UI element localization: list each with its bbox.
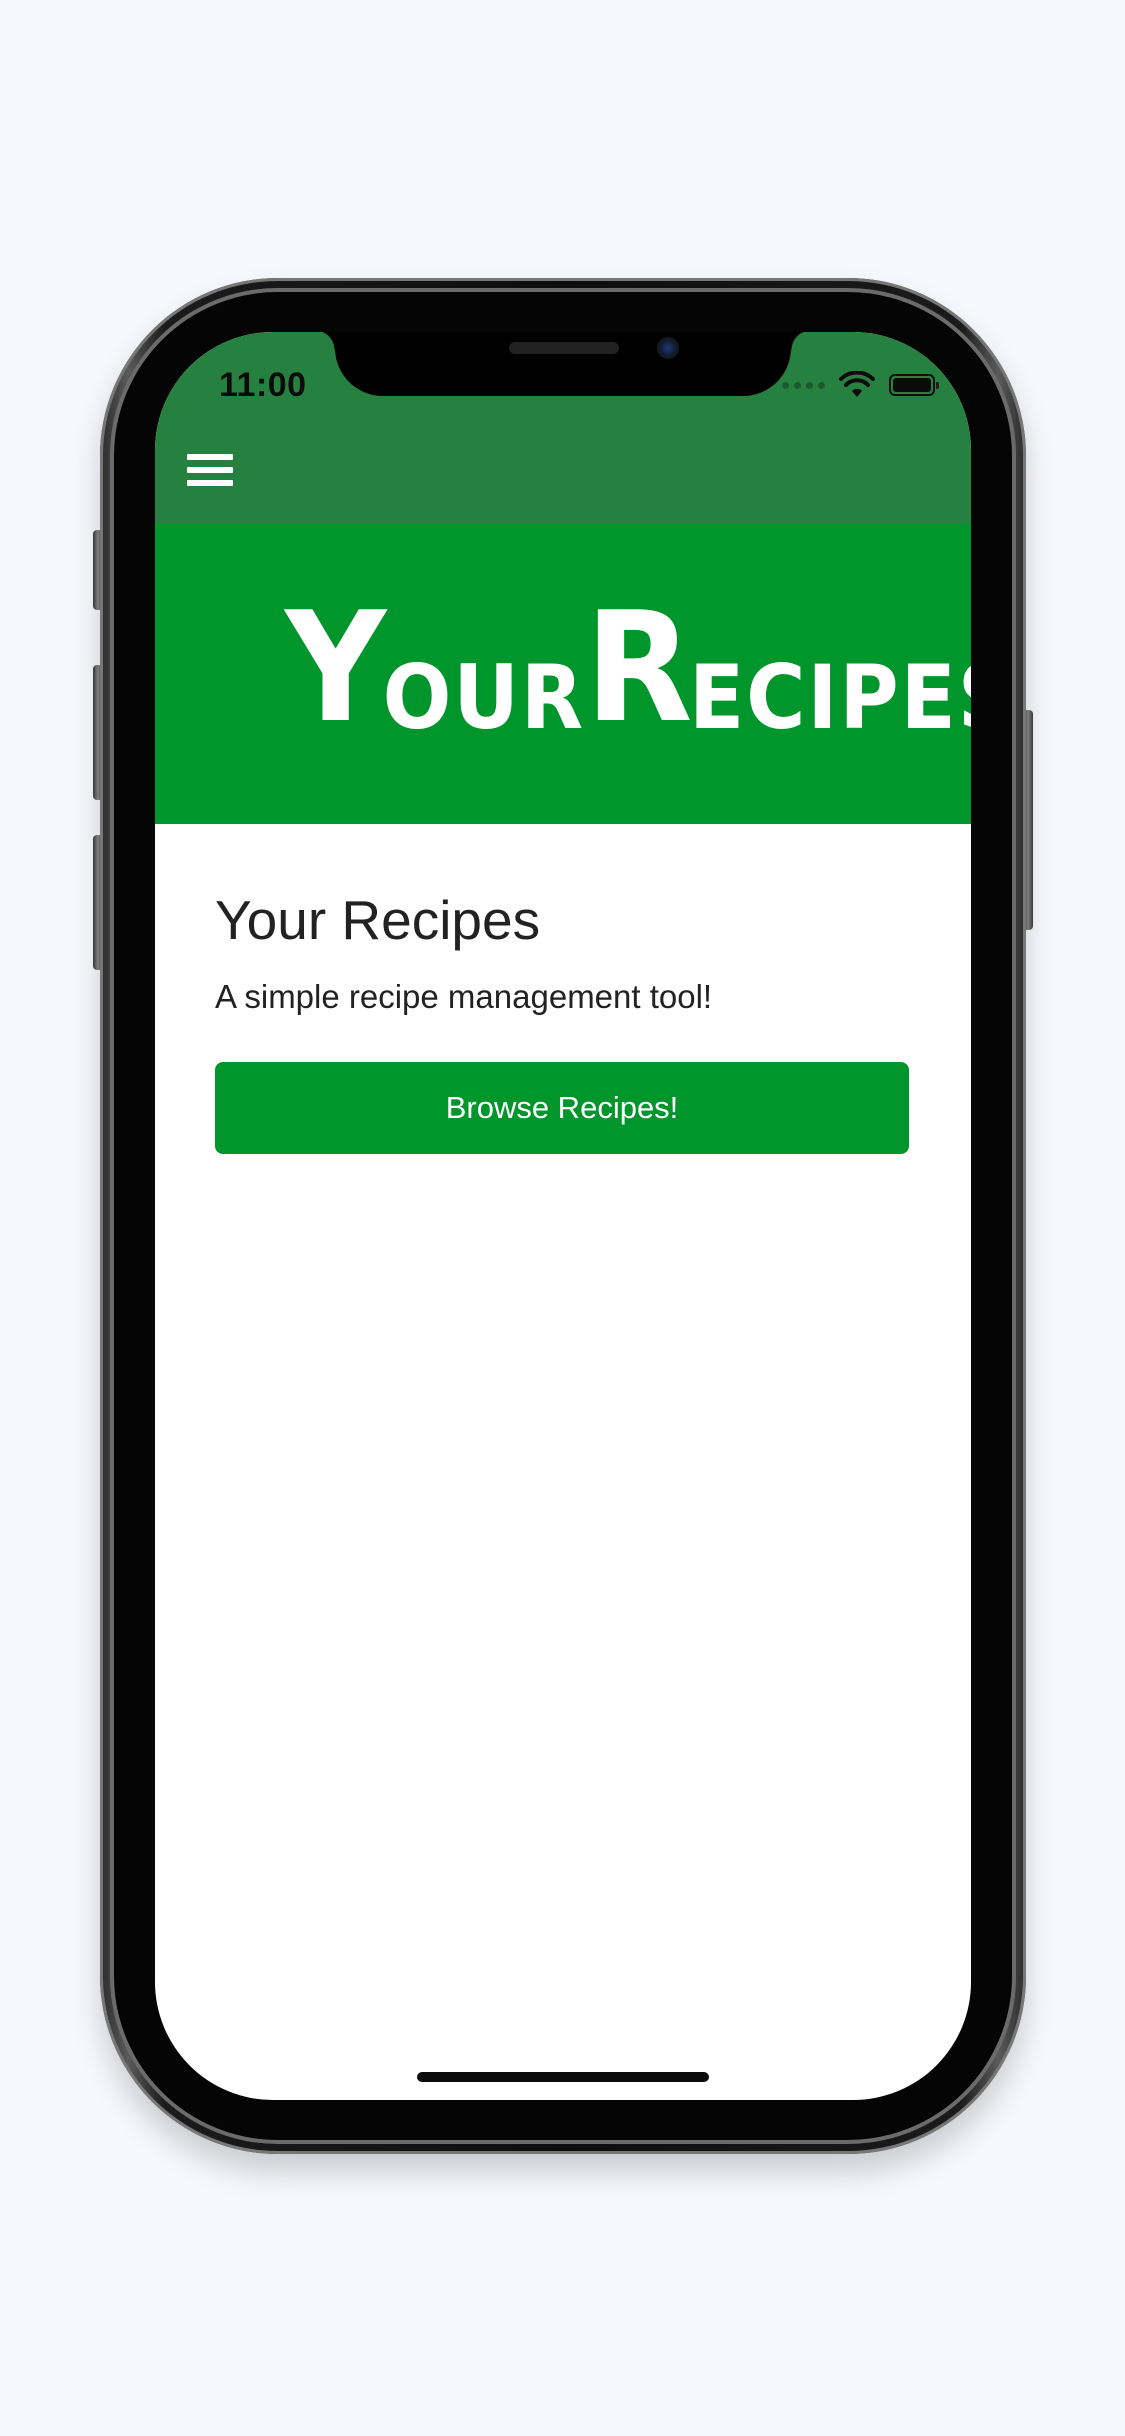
hamburger-menu-icon[interactable]: [187, 454, 233, 490]
page-subtitle: A simple recipe management tool!: [215, 978, 713, 1015]
signal-icon: [782, 381, 825, 389]
speaker-grille: [509, 342, 619, 354]
page-title: Your Recipes: [215, 889, 541, 951]
battery-icon: [889, 374, 939, 396]
logo-letter-y: Y: [285, 579, 386, 756]
logo-letter-r: R: [585, 579, 693, 756]
wifi-icon: [839, 371, 875, 397]
app-screen: 11:00 Y OUR R ECIPES Your Re: [155, 332, 971, 2100]
logo-part-our: OUR: [382, 646, 586, 749]
navbar: 11:00: [155, 332, 971, 524]
logo-part-ecipes: ECIPES: [689, 646, 971, 749]
status-time: 11:00: [219, 366, 307, 404]
front-camera: [657, 337, 679, 359]
browse-recipes-button[interactable]: Browse Recipes!: [215, 1062, 909, 1154]
phone-notch: [315, 332, 811, 396]
app-logo: Y OUR R ECIPES: [285, 592, 971, 749]
status-icons: [782, 370, 939, 400]
hero-banner: Y OUR R ECIPES: [155, 524, 971, 824]
home-indicator[interactable]: [417, 2072, 709, 2082]
